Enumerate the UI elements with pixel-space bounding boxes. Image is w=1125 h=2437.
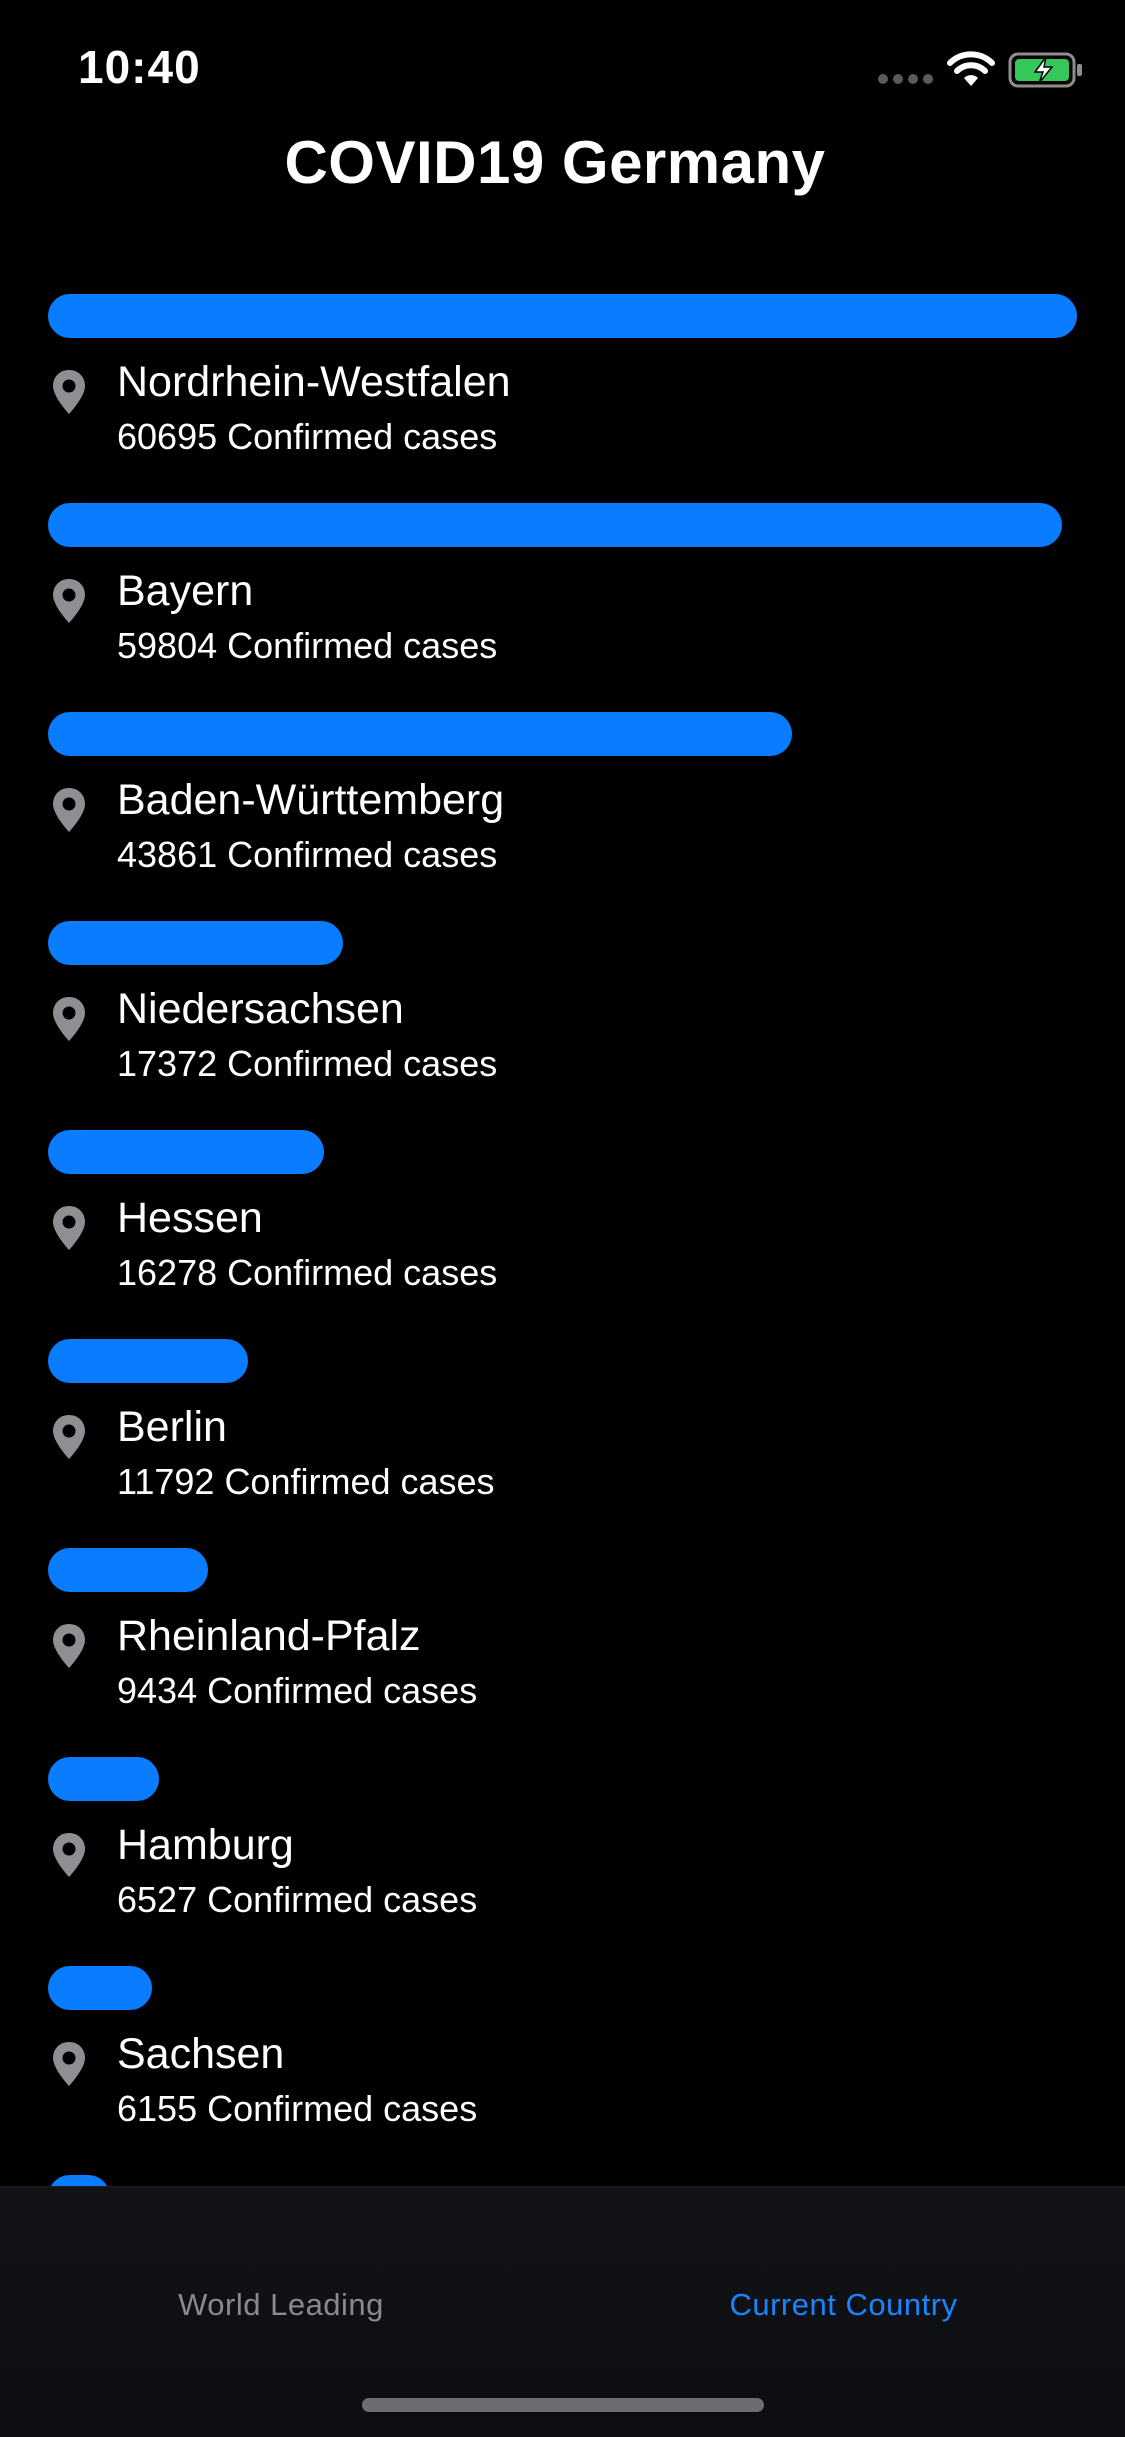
case-label: Confirmed cases [227, 416, 498, 457]
location-pin-icon [53, 1833, 85, 1877]
region-name: Baden-Württemberg [117, 776, 505, 824]
location-pin-icon [53, 1415, 85, 1459]
list-item[interactable]: Bayern 59804 Confirmed cases [0, 503, 1125, 712]
list-item[interactable]: Hessen 16278 Confirmed cases [0, 1130, 1125, 1339]
tab-current-country[interactable]: Current Country [562, 2287, 1125, 2323]
case-count: 6155 [117, 2088, 198, 2129]
case-label: Confirmed cases [224, 1461, 495, 1502]
cellular-signal-icon [878, 74, 934, 84]
list-item[interactable]: Nordrhein-Westfalen 60695 Confirmed cases [0, 294, 1125, 503]
case-label: Confirmed cases [207, 1879, 478, 1920]
case-count: 16278 [117, 1252, 218, 1293]
location-pin-icon [53, 788, 85, 832]
wifi-icon [947, 51, 995, 86]
case-count: 59804 [117, 625, 218, 666]
location-pin-icon [53, 370, 85, 414]
list-item[interactable]: Niedersachsen 17372 Confirmed cases [0, 921, 1125, 1130]
case-bar [48, 1339, 248, 1383]
case-label: Confirmed cases [227, 1252, 498, 1293]
region-cases: 43861 Confirmed cases [117, 834, 497, 876]
region-name: Hamburg [117, 1821, 294, 1869]
case-bar [48, 2175, 110, 2186]
region-cases: 9434 Confirmed cases [117, 1670, 477, 1712]
region-cases: 11792 Confirmed cases [117, 1461, 495, 1503]
location-pin-icon [53, 997, 85, 1041]
case-label: Confirmed cases [227, 834, 498, 875]
list-item[interactable]: Sachsen 6155 Confirmed cases [0, 1966, 1125, 2175]
region-cases: 17372 Confirmed cases [117, 1043, 497, 1085]
case-label: Confirmed cases [227, 625, 498, 666]
region-name: Niedersachsen [117, 985, 404, 1033]
case-label: Confirmed cases [227, 1043, 498, 1084]
case-bar [48, 294, 1077, 338]
region-cases: 16278 Confirmed cases [117, 1252, 497, 1294]
location-pin-icon [53, 1206, 85, 1250]
list-item[interactable]: Berlin 11792 Confirmed cases [0, 1339, 1125, 1548]
region-name: Berlin [117, 1403, 227, 1451]
case-count: 6527 [117, 1879, 198, 1920]
region-cases: 60695 Confirmed cases [117, 416, 497, 458]
location-pin-icon [53, 1624, 85, 1668]
list-item[interactable]: Rheinland-Pfalz 9434 Confirmed cases [0, 1548, 1125, 1757]
case-count: 60695 [117, 416, 218, 457]
status-bar: 10:40 [0, 0, 1125, 132]
region-cases: 6527 Confirmed cases [117, 1879, 477, 1921]
case-label: Confirmed cases [207, 1670, 478, 1711]
case-bar [48, 921, 343, 965]
case-count: 9434 [117, 1670, 198, 1711]
home-indicator[interactable] [362, 2398, 764, 2412]
region-cases: 6155 Confirmed cases [117, 2088, 477, 2130]
case-label: Confirmed cases [207, 2088, 478, 2129]
case-bar [48, 712, 792, 756]
list-item[interactable] [0, 2175, 1125, 2186]
case-bar [48, 1130, 324, 1174]
location-pin-icon [53, 2042, 85, 2086]
region-cases: 59804 Confirmed cases [117, 625, 497, 667]
region-list[interactable]: Nordrhein-Westfalen 60695 Confirmed cases B… [0, 294, 1125, 2186]
region-name: Nordrhein-Westfalen [117, 358, 511, 406]
case-bar [48, 1548, 208, 1592]
list-item[interactable]: Baden-Württemberg 43861 Confirmed cases [0, 712, 1125, 921]
region-name: Sachsen [117, 2030, 285, 2078]
list-item[interactable]: Hamburg 6527 Confirmed cases [0, 1757, 1125, 1966]
case-count: 17372 [117, 1043, 218, 1084]
case-count: 11792 [117, 1461, 215, 1502]
region-name: Bayern [117, 567, 254, 615]
location-pin-icon [53, 579, 85, 623]
case-bar [48, 1966, 152, 2010]
page-title: COVID19 Germany [284, 129, 826, 196]
tab-world-leading[interactable]: World Leading [0, 2287, 562, 2323]
case-bar [48, 1757, 159, 1801]
case-count: 43861 [117, 834, 218, 875]
status-time: 10:40 [78, 41, 201, 93]
region-name: Hessen [117, 1194, 263, 1242]
region-name: Rheinland-Pfalz [117, 1612, 421, 1660]
battery-charging-icon [1008, 52, 1082, 88]
case-bar [48, 503, 1062, 547]
